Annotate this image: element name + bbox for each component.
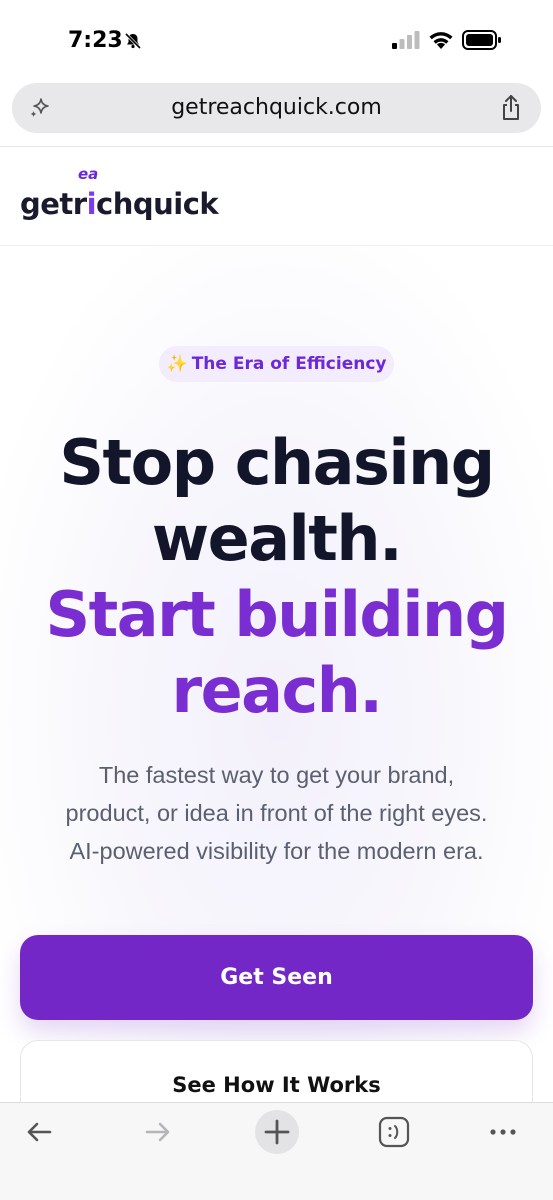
hero-section: ✨ The Era of Efficiency Stop chasing weal… <box>0 247 553 1120</box>
tabs-icon[interactable] <box>377 1115 411 1149</box>
subtext-line-1: The fastest way to get your brand, <box>98 762 455 788</box>
get-seen-button[interactable]: Get Seen <box>20 935 533 1020</box>
subtext-line-2: product, or idea in front of the right e… <box>65 800 488 826</box>
subtext-line-3: AI-powered visibility for the modern era… <box>69 838 484 864</box>
browser-toolbar <box>0 1102 553 1200</box>
battery-icon <box>462 30 501 50</box>
status-bar: 7:23 <box>0 0 553 80</box>
headline-line-1: Stop chasing <box>59 426 495 499</box>
back-icon[interactable] <box>22 1115 56 1149</box>
headline-line-2: wealth. <box>151 502 403 575</box>
logo-wordmark: getrichquick <box>20 187 219 221</box>
address-bar[interactable]: getreachquick.com <box>12 83 541 133</box>
sparkles-icon: ✨ <box>166 354 188 374</box>
site-header: getrichquick ea <box>0 147 553 246</box>
more-icon[interactable] <box>486 1115 520 1149</box>
share-icon[interactable] <box>499 94 523 122</box>
logo-superscript: ea <box>78 165 99 183</box>
headline-line-3: Start building <box>45 578 509 651</box>
bell-off-icon <box>124 32 142 50</box>
status-time: 7:23 <box>68 28 123 53</box>
url-text[interactable]: getreachquick.com <box>12 95 541 120</box>
signal-icon <box>392 31 420 49</box>
era-badge: ✨ The Era of Efficiency <box>159 346 394 382</box>
headline-line-4: reach. <box>171 654 383 727</box>
site-logo[interactable]: getrichquick ea <box>20 165 220 221</box>
plus-icon[interactable] <box>254 1109 300 1155</box>
wifi-icon <box>429 32 453 49</box>
forward-icon[interactable] <box>141 1115 175 1149</box>
